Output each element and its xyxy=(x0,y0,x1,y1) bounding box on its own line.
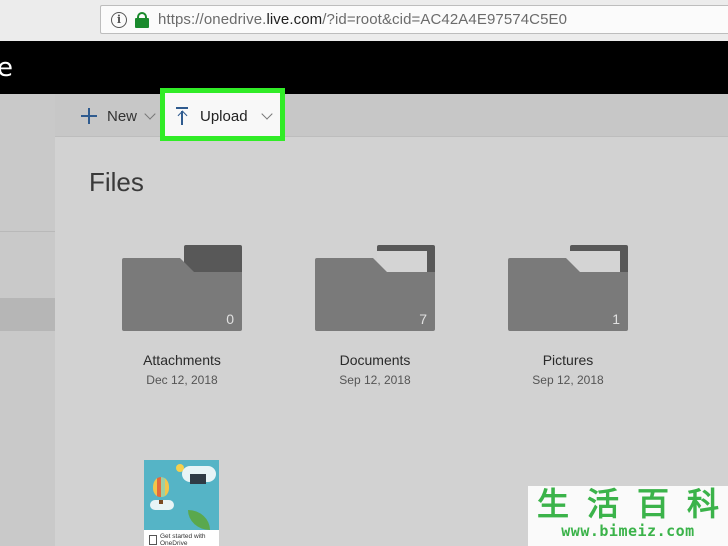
folder-item-count: 1 xyxy=(612,311,620,327)
url-text[interactable]: https://onedrive.live.com/?id=root&cid=A… xyxy=(158,11,567,28)
url-prefix: https://onedrive. xyxy=(158,11,267,28)
watermark-char: 活 xyxy=(586,485,619,523)
watermark-char: 生 xyxy=(536,485,569,523)
folder-icon xyxy=(184,245,242,273)
balloon-icon xyxy=(153,477,169,497)
folder-tile-attachments[interactable]: 0 xyxy=(122,245,242,331)
watermark-char: 百 xyxy=(636,485,669,523)
folder-date: Sep 12, 2018 xyxy=(339,373,411,387)
browser-toolbar: i https://onedrive.live.com/?id=root&cid… xyxy=(0,0,728,41)
new-button[interactable]: New xyxy=(81,103,156,129)
sidebar xyxy=(0,94,55,546)
folder-date: Dec 12, 2018 xyxy=(146,373,218,387)
app-title[interactable]: e xyxy=(0,53,13,83)
info-icon[interactable]: i xyxy=(111,11,127,28)
folder-item-count: 0 xyxy=(226,311,234,327)
new-button-label: New xyxy=(107,107,138,125)
folder-tile-pictures[interactable]: 1 xyxy=(508,245,628,331)
sidebar-divider xyxy=(0,231,55,232)
thumbnail-caption: Get started with OneDrive xyxy=(160,533,206,546)
watermark-url: www.bimeiz.com xyxy=(561,522,695,540)
command-bar xyxy=(55,94,728,137)
watermark-char: 科 xyxy=(686,485,719,523)
upload-button-label: Upload xyxy=(200,107,248,125)
app-header: e xyxy=(0,41,728,94)
watermark-characters: 生 活 百 科 xyxy=(528,486,728,522)
url-host: live.com xyxy=(266,11,323,28)
laptop-icon xyxy=(190,474,206,484)
upload-button[interactable]: Upload xyxy=(176,103,273,129)
watermark: 生 活 百 科 www.bimeiz.com xyxy=(528,486,728,546)
page-title: Files xyxy=(89,167,144,197)
url-path: /?id=root&cid=AC42A4E97574C5E0 xyxy=(322,11,568,28)
lock-icon[interactable] xyxy=(135,11,149,28)
upload-icon xyxy=(176,107,188,125)
folder-tile-documents[interactable]: 7 xyxy=(315,245,435,331)
file-thumbnail[interactable]: Get started with OneDrive xyxy=(144,460,219,546)
plus-icon xyxy=(81,108,97,124)
address-bar[interactable]: i https://onedrive.live.com/?id=root&cid… xyxy=(100,5,728,34)
folder-item-count: 7 xyxy=(419,311,427,327)
folder-name[interactable]: Pictures xyxy=(488,352,648,368)
folder-name[interactable]: Documents xyxy=(295,352,455,368)
chevron-down-icon xyxy=(144,107,156,120)
folder-name[interactable]: Attachments xyxy=(102,352,262,368)
balloon-basket xyxy=(159,500,163,504)
folder-date: Sep 12, 2018 xyxy=(532,373,604,387)
sidebar-item-selected[interactable] xyxy=(0,298,55,331)
chevron-down-icon xyxy=(260,107,273,120)
document-icon xyxy=(149,535,157,545)
